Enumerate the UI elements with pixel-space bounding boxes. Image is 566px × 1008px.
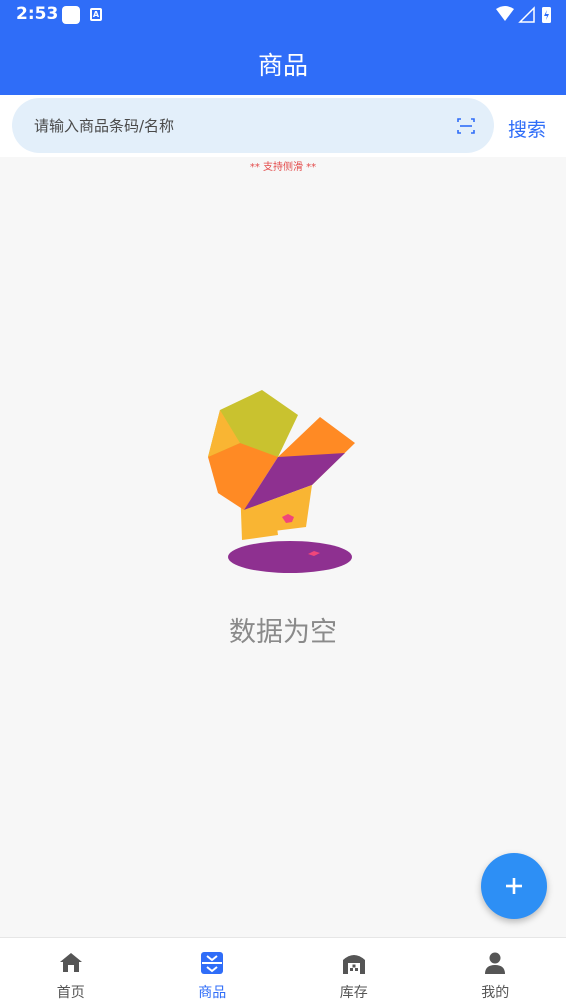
status-bar: 2:53 A [0, 0, 566, 30]
search-button[interactable]: 搜索 [508, 115, 546, 142]
home-icon [59, 953, 82, 972]
status-indicators-icon [496, 6, 551, 23]
app-header: 2:53 A 商品 [0, 0, 566, 95]
screen: 2:53 A 商品 搜索 ** 支持侧滑 ** [0, 0, 566, 1008]
product-icon [201, 952, 224, 974]
swipe-hint: ** 支持侧滑 ** [249, 162, 317, 173]
bottom-navigation: 首页 商品 库存 我的 [0, 937, 566, 1008]
app-badge-icon: A [90, 8, 102, 21]
warehouse-icon [342, 955, 365, 974]
user-icon [485, 952, 506, 974]
notification-icon [62, 6, 80, 24]
search-bar: 搜索 [0, 95, 566, 157]
nav-label-products: 商品 [198, 985, 227, 1001]
nav-item-inventory[interactable]: 库存 [283, 938, 425, 1008]
nav-label-inventory: 库存 [339, 985, 368, 1001]
nav-item-home[interactable]: 首页 [0, 938, 142, 1008]
add-product-button[interactable] [481, 853, 547, 919]
status-time: 2:53 [16, 4, 59, 24]
nav-item-products[interactable]: 商品 [142, 938, 284, 1008]
plus-icon [506, 878, 522, 894]
search-field-container [12, 98, 494, 153]
search-input[interactable] [34, 98, 434, 153]
nav-item-profile[interactable]: 我的 [425, 938, 566, 1008]
nav-label-profile: 我的 [481, 985, 510, 1001]
page-title: 商品 [257, 51, 308, 80]
empty-state-text: 数据为空 [229, 617, 337, 648]
nav-label-home: 首页 [56, 985, 85, 1001]
scan-icon[interactable] [456, 116, 476, 136]
empty-box-illustration [208, 390, 355, 573]
